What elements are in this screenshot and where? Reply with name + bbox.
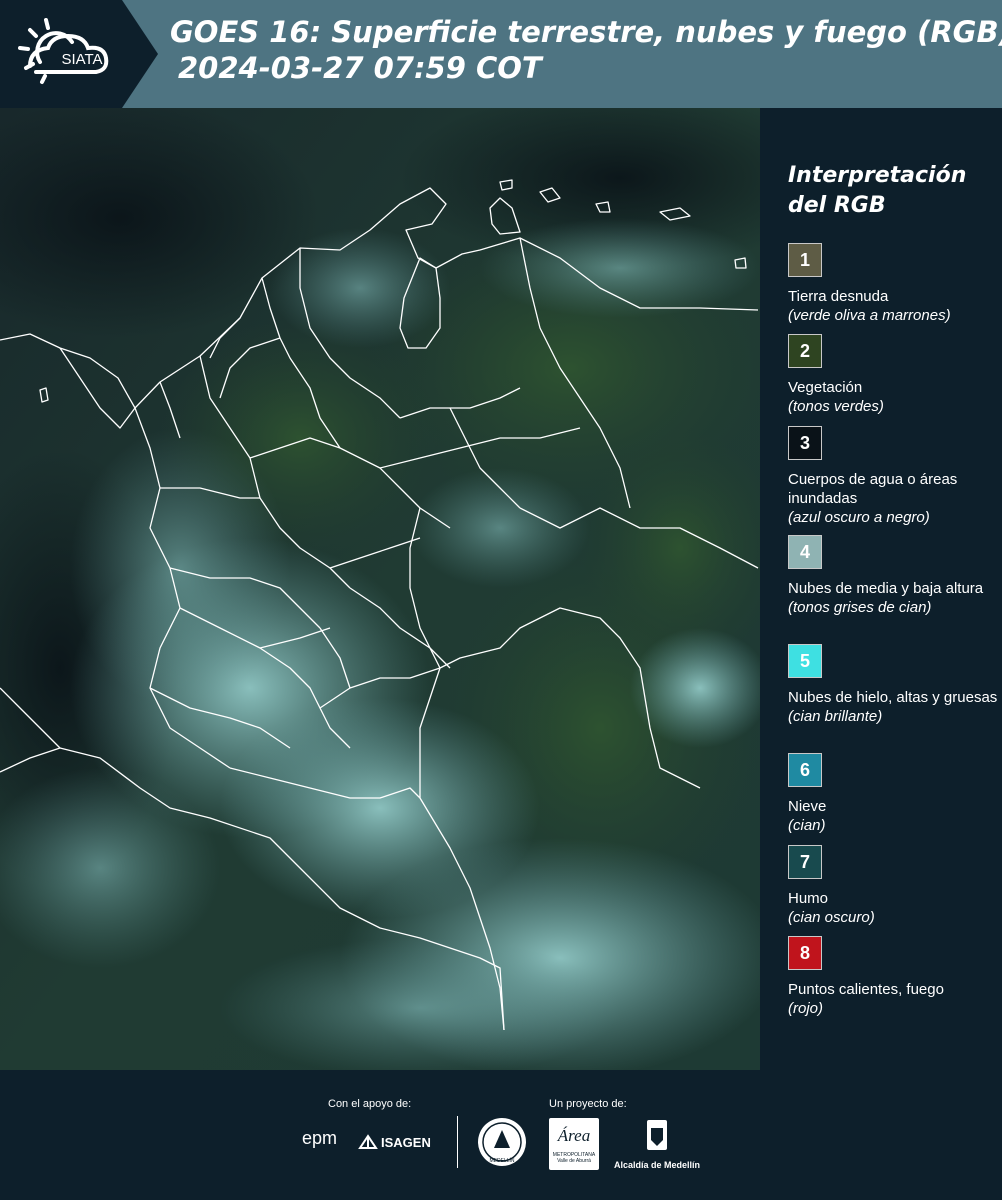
area-logo-sub2: Valle de Aburrá <box>557 1158 591 1164</box>
legend-swatch: 4 <box>788 535 822 569</box>
title-line-2: 2024-03-27 07:59 COT <box>178 51 542 85</box>
legend-item: 8 Puntos calientes, fuego (rojo) <box>788 936 998 1018</box>
area-logo-title: Área <box>557 1126 591 1145</box>
legend-label: Humo <box>788 890 829 907</box>
legend-description: (cian brillante) <box>788 708 883 725</box>
legend-item: 5 Nubes de hielo, altas y gruesas (cian br… <box>788 644 998 726</box>
alcaldia-medellin-logo: Alcaldía de Medellín <box>612 1118 702 1174</box>
satellite-map[interactable] <box>0 108 760 1070</box>
satellite-image <box>0 108 760 1070</box>
title-line-1: GOES 16: Superficie terrestre, nubes y f… <box>170 15 1002 49</box>
support-caption: Con el apoyo de: <box>328 1098 412 1110</box>
medellin-seal-logo: MEDELLÍN <box>478 1118 526 1166</box>
alcaldia-shield-icon <box>647 1120 667 1150</box>
legend-swatch: 2 <box>788 334 822 368</box>
legend-swatch: 1 <box>788 243 822 277</box>
legend-title: Interpretación del RGB <box>788 163 967 218</box>
legend-swatch: 5 <box>788 644 822 678</box>
legend-item: 1 Tierra desnuda (verde oliva a marrones) <box>788 243 998 325</box>
area-logo-sub1: METROPOLITANA <box>552 1152 596 1158</box>
legend-label: Cuerpos de agua o áreas inundadas <box>788 471 958 507</box>
legend-swatch: 8 <box>788 936 822 970</box>
legend-label: Nubes de media y baja altura <box>788 580 984 597</box>
legend-label: Puntos calientes, fuego <box>788 981 944 998</box>
legend-label: Nubes de hielo, altas y gruesas <box>788 689 998 706</box>
legend-item: 3 Cuerpos de agua o áreas inundadas (azul … <box>788 426 998 527</box>
legend-label: Nieve <box>788 798 827 815</box>
project-caption: Un proyecto de: <box>549 1098 627 1110</box>
legend-label: Vegetación <box>788 379 863 396</box>
legend-swatch: 3 <box>788 426 822 460</box>
legend-description: (rojo) <box>788 1000 824 1017</box>
footer-divider <box>457 1116 458 1168</box>
legend-description: (tonos grises de cian) <box>788 599 932 616</box>
legend-description: (cian) <box>788 817 826 834</box>
header-bar: SIATA GOES 16: Superficie terrestre, nub… <box>0 0 1002 108</box>
legend-swatch: 6 <box>788 753 822 787</box>
isagen-icon <box>358 1134 378 1149</box>
legend-description: (verde oliva a marrones) <box>788 307 951 324</box>
epm-logo: epm <box>302 1128 352 1154</box>
legend-description: (azul oscuro a negro) <box>788 509 930 526</box>
svg-text:SIATA: SIATA <box>61 51 102 68</box>
legend-item: 7 Humo (cian oscuro) <box>788 845 998 927</box>
legend-item: 6 Nieve (cian) <box>788 753 998 835</box>
isagen-logo: ISAGEN <box>358 1130 442 1154</box>
legend-description: (tonos verdes) <box>788 398 884 415</box>
alcaldia-text: Alcaldía de Medellín <box>613 1160 701 1170</box>
epm-logo-text: epm <box>302 1128 338 1148</box>
legend-item: 2 Vegetación (tonos verdes) <box>788 334 998 416</box>
legend-panel: Interpretación del RGB 1 Tierra desnuda (v… <box>760 108 1002 1070</box>
legend-item: 4 Nubes de media y baja altura (tonos gris… <box>788 535 998 617</box>
legend-description: (cian oscuro) <box>788 909 875 926</box>
isagen-logo-text: ISAGEN <box>381 1134 431 1150</box>
legend-swatch: 7 <box>788 845 822 879</box>
svg-text:MEDELLÍN: MEDELLÍN <box>489 1157 514 1164</box>
page-title: GOES 16: Superficie terrestre, nubes y f… <box>170 14 1002 86</box>
siata-logo: SIATA <box>0 0 158 108</box>
area-metropolitana-logo: Área METROPOLITANA Valle de Aburrá <box>549 1118 599 1170</box>
footer: Con el apoyo de: Un proyecto de: epm ISA… <box>0 1070 1002 1200</box>
legend-label: Tierra desnuda <box>788 288 889 305</box>
